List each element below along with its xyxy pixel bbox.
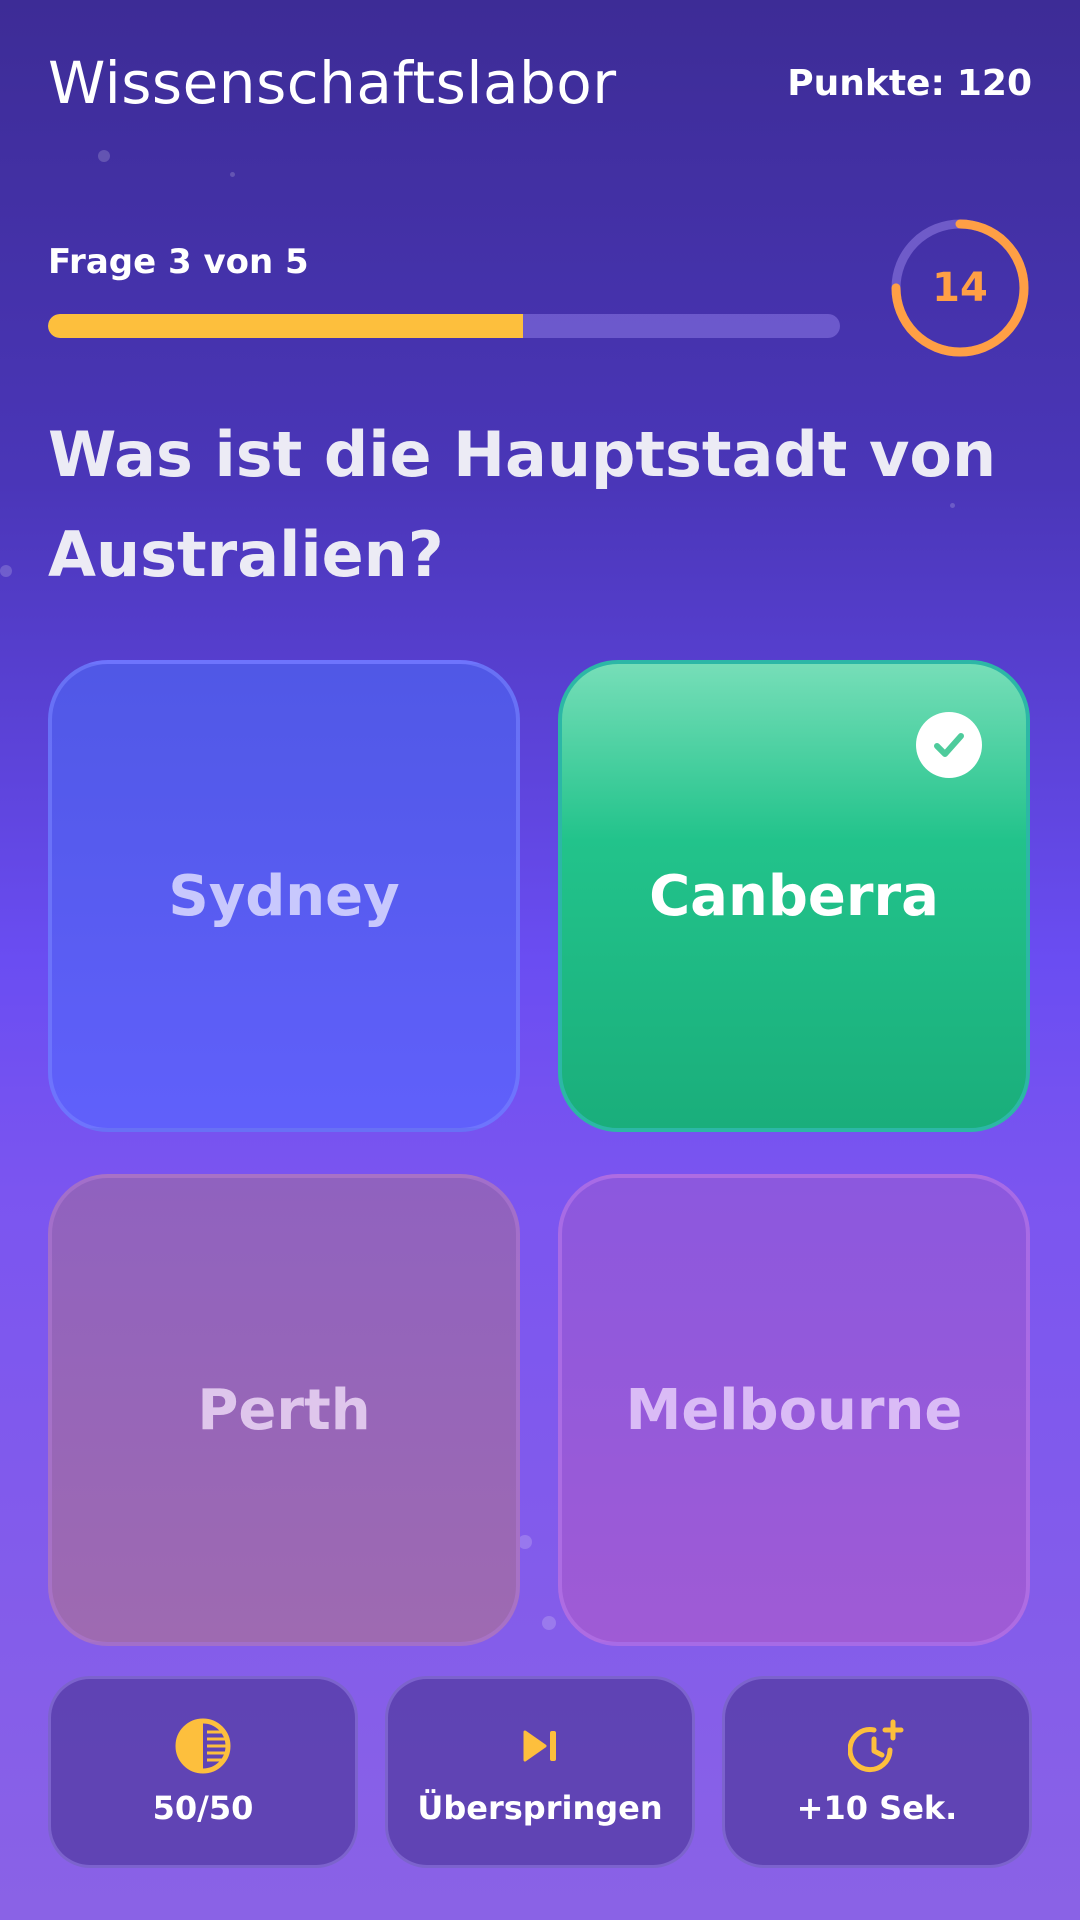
skip-next-icon <box>523 1730 556 1762</box>
answer-label: Sydney <box>168 863 400 929</box>
answer-label: Melbourne <box>625 1377 963 1443</box>
background-dot <box>0 565 12 577</box>
lifeline-label: 50/50 <box>152 1789 254 1827</box>
lifeline-fifty-fifty-button[interactable]: 50/50 <box>48 1676 358 1868</box>
score-display: Punkte: 120 <box>787 63 1032 104</box>
score-label: Punkte: <box>787 62 945 104</box>
answer-option-perth[interactable]: Perth <box>48 1174 520 1646</box>
half-circle-icon <box>175 1718 231 1774</box>
question-counter: Frage 3 von 5 <box>48 242 309 282</box>
score-value: 120 <box>956 62 1032 104</box>
background-dot <box>542 1616 556 1630</box>
answer-option-melbourne[interactable]: Melbourne <box>558 1174 1030 1646</box>
answer-option-canberra[interactable]: Canberra <box>558 660 1030 1132</box>
lifeline-label: +10 Sek. <box>796 1789 958 1827</box>
answer-option-sydney[interactable]: Sydney <box>48 660 520 1132</box>
countdown-timer: 14 <box>888 216 1032 360</box>
background-dot <box>230 172 235 177</box>
timer-seconds: 14 <box>932 265 988 311</box>
answer-label: Canberra <box>649 863 939 929</box>
lifeline-label: Überspringen <box>417 1789 663 1827</box>
answer-label: Perth <box>197 1377 371 1443</box>
lifeline-skip-button[interactable]: Überspringen <box>385 1676 695 1868</box>
progress-bar <box>48 314 840 338</box>
lifeline-bar: 50/50 Überspringen +10 Sek. <box>48 1676 1032 1868</box>
lifeline-add-time-button[interactable]: +10 Sek. <box>722 1676 1032 1868</box>
check-icon <box>916 712 982 778</box>
top-bar: Wissenschaftslabor Punkte: 120 <box>48 48 1032 118</box>
background-dot <box>518 1535 532 1549</box>
background-dot <box>98 150 110 162</box>
progress-bar-fill <box>48 314 524 338</box>
question-text: Was ist die Hauptstadt von Australien? <box>48 418 997 591</box>
app-title: Wissenschaftslabor <box>48 49 617 117</box>
clock-plus-icon <box>848 1719 904 1773</box>
